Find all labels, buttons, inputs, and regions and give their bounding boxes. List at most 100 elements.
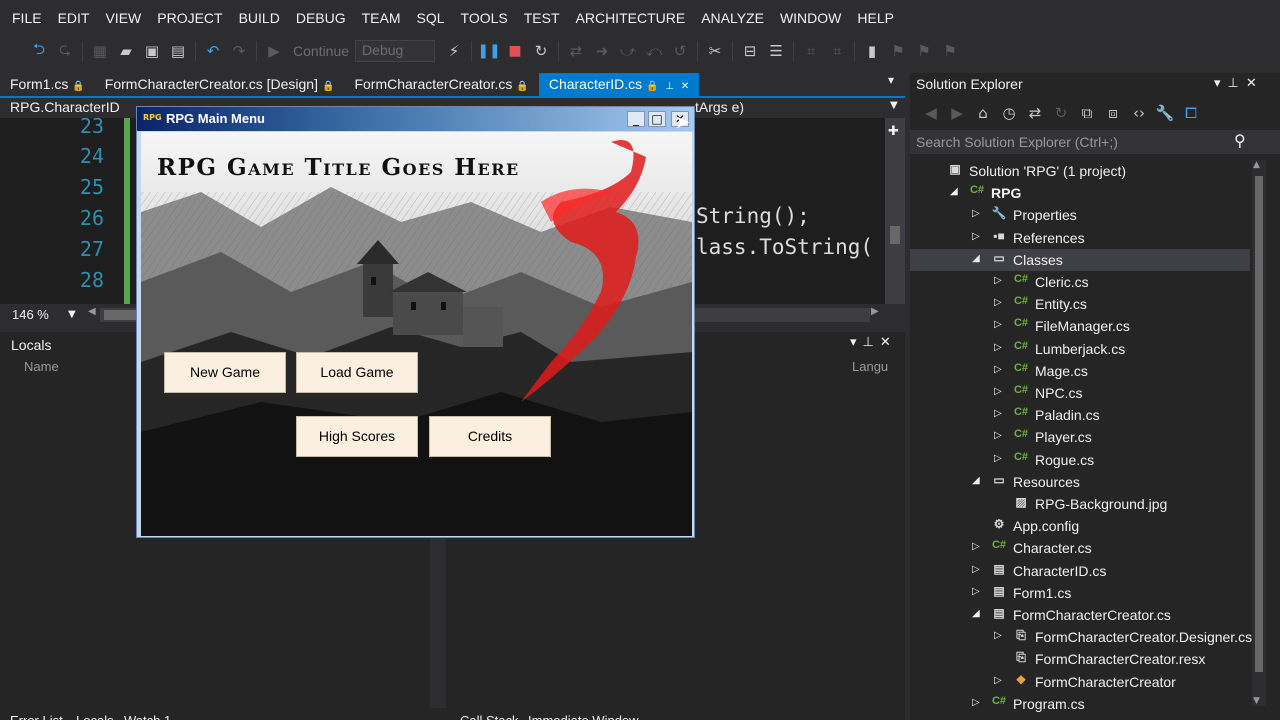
bottom-tab[interactable]: Error List: [10, 713, 63, 720]
menu-test[interactable]: TEST: [516, 0, 568, 36]
menu-edit[interactable]: EDIT: [50, 0, 98, 36]
collapsed-arrow-icon[interactable]: ▷: [994, 364, 1006, 375]
tree-item[interactable]: ⎘ FormCharacterCreator.resx: [910, 648, 1250, 670]
tree-item[interactable]: ▷ ▤ CharacterID.cs: [910, 560, 1250, 582]
restart-icon[interactable]: ↻: [528, 39, 554, 63]
tree-item[interactable]: ▷ C# Cleric.cs: [910, 271, 1250, 293]
tree-item[interactable]: ⚙ App.config: [910, 515, 1250, 537]
menu-debug[interactable]: DEBUG: [288, 0, 354, 36]
hex-display-icon[interactable]: ✂: [702, 39, 728, 63]
stop-icon[interactable]: ■: [502, 39, 528, 63]
panel-menu-icon[interactable]: ▾: [850, 335, 863, 350]
collapsed-arrow-icon[interactable]: ▷: [994, 297, 1006, 308]
step-into-icon[interactable]: ➜: [589, 39, 615, 63]
types-dropdown[interactable]: RPG.CharacterID: [10, 99, 138, 117]
menu-help[interactable]: HELP: [849, 0, 902, 36]
back-icon[interactable]: ⮌: [26, 39, 52, 63]
maximize-button[interactable]: □: [648, 111, 666, 127]
scroll-left-icon[interactable]: ◀: [88, 306, 96, 317]
tree-item[interactable]: ▷ ⎘ FormCharacterCreator.Designer.cs: [910, 626, 1252, 648]
menu-tools[interactable]: TOOLS: [453, 0, 516, 36]
next-bookmark-icon[interactable]: ⚑: [911, 39, 937, 63]
pin-icon[interactable]: ⊥: [1228, 76, 1246, 91]
tree-item[interactable]: ▷ C# Entity.cs: [910, 293, 1250, 315]
sync-icon[interactable]: ⇄: [1022, 101, 1048, 125]
indent-icon[interactable]: ☰: [763, 39, 789, 63]
save-icon[interactable]: ▣: [139, 39, 165, 63]
menu-sql[interactable]: SQL: [409, 0, 453, 36]
view-code-icon[interactable]: ‹›: [1126, 101, 1152, 125]
tree-item[interactable]: ▷ C# Paladin.cs: [910, 404, 1250, 426]
pause-icon[interactable]: ❚❚: [476, 39, 502, 63]
uncomment-icon[interactable]: ⌗: [824, 39, 850, 63]
expanded-arrow-icon[interactable]: ◢: [972, 253, 984, 264]
close-icon[interactable]: ✕: [1246, 76, 1264, 91]
tree-item[interactable]: ▷ ▪■ References: [910, 227, 1250, 249]
menu-architecture[interactable]: ARCHITECTURE: [568, 0, 694, 36]
load-game-button[interactable]: Load Game: [296, 352, 418, 393]
collapsed-arrow-icon[interactable]: ▷: [972, 564, 984, 575]
new-game-button[interactable]: New Game: [164, 352, 286, 393]
show-next-statement-icon[interactable]: ⇄: [563, 39, 589, 63]
search-icon[interactable]: ⚲: [1234, 131, 1246, 150]
forward-icon[interactable]: ⮎: [52, 39, 78, 63]
collapsed-arrow-icon[interactable]: ▷: [994, 275, 1006, 286]
step-back-icon[interactable]: ↺: [667, 39, 693, 63]
collapsed-arrow-icon[interactable]: ▷: [994, 630, 1006, 641]
scroll-down-icon[interactable]: ▼: [1253, 696, 1260, 706]
tabs-dropdown-icon[interactable]: ▾: [888, 73, 894, 87]
menu-view[interactable]: VIEW: [97, 0, 149, 36]
solution-config-select[interactable]: Debug: [355, 40, 436, 62]
collapsed-arrow-icon[interactable]: ▷: [994, 386, 1006, 397]
collapsed-arrow-icon[interactable]: ▷: [994, 430, 1006, 441]
tree-item[interactable]: ▷ C# Rogue.cs: [910, 449, 1250, 471]
continue-button[interactable]: Continue: [287, 43, 355, 59]
collapsed-arrow-icon[interactable]: ▷: [972, 541, 984, 552]
step-over-icon[interactable]: ⤻: [615, 39, 641, 63]
menu-team[interactable]: TEAM: [354, 0, 409, 36]
expanded-arrow-icon[interactable]: ◢: [972, 608, 984, 619]
credits-button[interactable]: Credits: [429, 416, 551, 457]
menu-analyze[interactable]: ANALYZE: [693, 0, 772, 36]
scroll-up-icon[interactable]: ▲: [1253, 160, 1260, 170]
scrollbar-thumb[interactable]: [1255, 176, 1263, 672]
close-icon[interactable]: ✕: [880, 335, 897, 350]
scroll-right-icon[interactable]: ▶: [871, 306, 879, 317]
prev-bookmark-icon[interactable]: ⚑: [885, 39, 911, 63]
tree-item[interactable]: ▷ C# Character.cs: [910, 537, 1250, 559]
align-icon[interactable]: ⊟: [737, 39, 763, 63]
pin-icon[interactable]: ⊥: [663, 81, 674, 92]
collapsed-arrow-icon[interactable]: ▷: [994, 675, 1006, 686]
redo-icon[interactable]: ↷: [226, 39, 252, 63]
column-header-name[interactable]: Name: [24, 359, 59, 374]
attach-process-icon[interactable]: ⚡: [441, 39, 467, 63]
continue-icon[interactable]: ▶: [261, 39, 287, 63]
bottom-tab[interactable]: Locals: [76, 713, 114, 720]
tree-item[interactable]: ◢ ▭ Classes: [910, 248, 1250, 271]
split-window-icon[interactable]: ✚: [888, 124, 899, 139]
scrollbar-thumb[interactable]: [890, 226, 900, 244]
members-dropdown[interactable]: tArgs e): [695, 99, 744, 117]
zoom-level-select[interactable]: 146 %: [12, 307, 49, 322]
tree-item[interactable]: ▷ C# Lumberjack.cs: [910, 338, 1250, 360]
refresh-icon[interactable]: ↻: [1048, 101, 1074, 125]
home-icon[interactable]: ⌂: [970, 101, 996, 125]
tree-item[interactable]: ▣ Solution 'RPG' (1 project): [910, 160, 1250, 182]
collapsed-arrow-icon[interactable]: ▷: [994, 319, 1006, 330]
clear-bookmarks-icon[interactable]: ⚑: [937, 39, 963, 63]
bottom-tab[interactable]: Watch 1: [124, 713, 171, 720]
tree-item[interactable]: ▷ C# Mage.cs: [910, 360, 1250, 382]
minimize-button[interactable]: _: [627, 111, 645, 127]
collapsed-arrow-icon[interactable]: ▷: [994, 453, 1006, 464]
expanded-arrow-icon[interactable]: ◢: [972, 475, 984, 486]
history-icon[interactable]: ◷: [996, 101, 1022, 125]
tree-item[interactable]: ▷ C# Player.cs: [910, 426, 1250, 448]
tree-item[interactable]: ▷ C# FileManager.cs: [910, 315, 1250, 337]
chevron-down-icon[interactable]: ▼: [890, 100, 898, 111]
properties-icon[interactable]: 🔧: [1152, 101, 1178, 125]
tree-item[interactable]: ◢ C# RPG: [910, 182, 1250, 204]
tree-item[interactable]: ▷ ▤ Form1.cs: [910, 582, 1250, 604]
collapsed-arrow-icon[interactable]: ▷: [994, 342, 1006, 353]
pin-icon[interactable]: ⊥: [863, 335, 880, 350]
comment-icon[interactable]: ⌗: [798, 39, 824, 63]
